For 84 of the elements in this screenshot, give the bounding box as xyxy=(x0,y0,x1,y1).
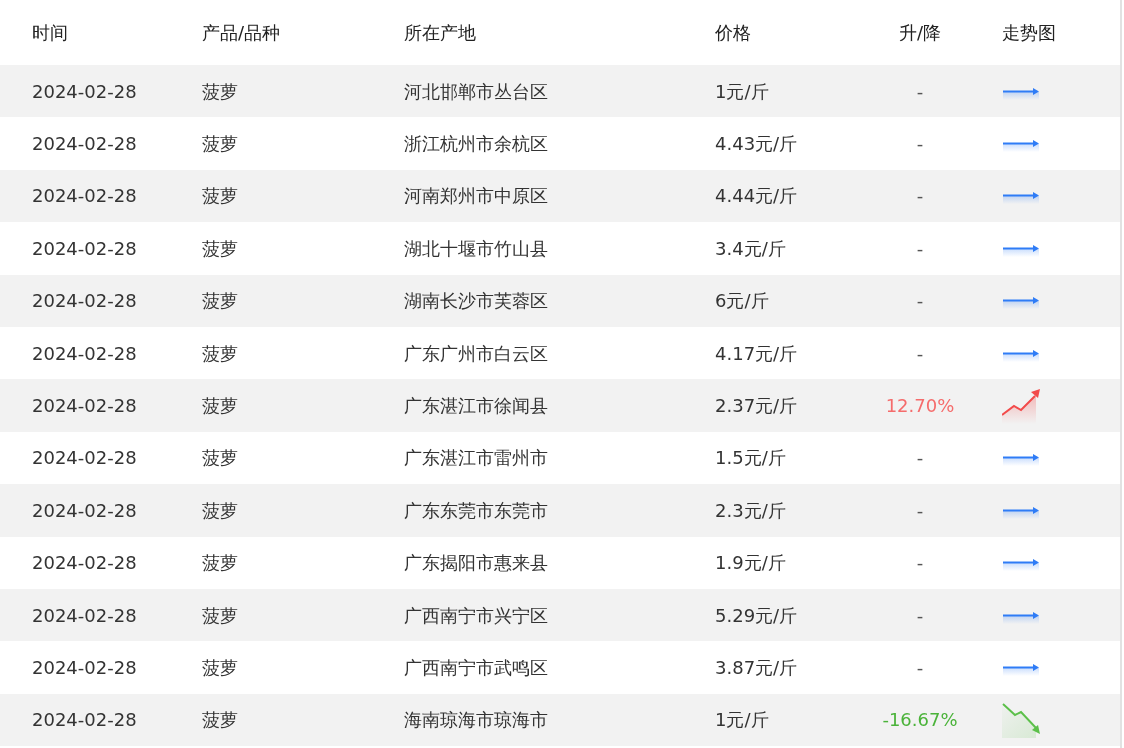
date-cell: 2024-02-28 xyxy=(0,274,170,327)
origin-cell: 广东湛江市徐闻县 xyxy=(372,379,683,432)
date-cell: 2024-02-28 xyxy=(0,484,170,537)
change-cell: - xyxy=(863,484,977,537)
change-cell: - xyxy=(863,536,977,589)
origin-cell: 湖南长沙市芙蓉区 xyxy=(372,274,683,327)
origin-cell: 海南琼海市琼海市 xyxy=(372,693,683,747)
date-cell: 2024-02-28 xyxy=(0,117,170,170)
origin-cell: 广东广州市白云区 xyxy=(372,326,683,380)
change-cell: - xyxy=(863,117,977,170)
flat-arrow-icon xyxy=(1002,138,1040,153)
date-cell: 2024-02-28 xyxy=(0,641,170,694)
date-cell: 2024-02-28 xyxy=(0,222,170,275)
origin-cell: 广东东莞市东莞市 xyxy=(372,484,683,537)
product-cell: 菠萝 xyxy=(170,274,372,327)
product-cell: 菠萝 xyxy=(170,379,372,432)
column-header: 产品/品种 xyxy=(170,0,372,65)
origin-cell: 河南郑州市中原区 xyxy=(372,169,683,223)
change-cell: - xyxy=(863,65,977,118)
price-cell: 6元/斤 xyxy=(683,274,863,327)
date-cell: 2024-02-28 xyxy=(0,169,170,223)
column-header: 所在产地 xyxy=(372,0,683,65)
date-cell: 2024-02-28 xyxy=(0,379,170,432)
price-cell: 3.4元/斤 xyxy=(683,222,863,275)
product-cell: 菠萝 xyxy=(170,484,372,537)
product-cell: 菠萝 xyxy=(170,169,372,223)
price-cell: 3.87元/斤 xyxy=(683,641,863,694)
price-cell: 5.29元/斤 xyxy=(683,588,863,642)
change-cell: - xyxy=(863,641,977,694)
flat-arrow-icon xyxy=(1002,557,1040,572)
change-cell: -16.67% xyxy=(863,693,977,747)
date-cell: 2024-02-28 xyxy=(0,536,170,589)
product-cell: 菠萝 xyxy=(170,536,372,589)
change-cell: - xyxy=(863,274,977,327)
price-cell: 4.43元/斤 xyxy=(683,117,863,170)
change-cell: - xyxy=(863,431,977,485)
flat-arrow-icon xyxy=(1002,504,1040,519)
price-cell: 1.5元/斤 xyxy=(683,431,863,485)
product-cell: 菠萝 xyxy=(170,65,372,118)
column-header: 时间 xyxy=(0,0,170,65)
origin-cell: 河北邯郸市丛台区 xyxy=(372,65,683,118)
column-header: 价格 xyxy=(683,0,863,65)
change-cell: 12.70% xyxy=(863,379,977,432)
change-cell: - xyxy=(863,169,977,223)
origin-cell: 广西南宁市武鸣区 xyxy=(372,641,683,694)
price-cell: 1元/斤 xyxy=(683,693,863,747)
product-cell: 菠萝 xyxy=(170,693,372,747)
date-cell: 2024-02-28 xyxy=(0,588,170,642)
product-cell: 菠萝 xyxy=(170,641,372,694)
flat-arrow-icon xyxy=(1002,452,1040,467)
flat-arrow-icon xyxy=(1002,190,1040,205)
origin-cell: 湖北十堰市竹山县 xyxy=(372,222,683,275)
product-cell: 菠萝 xyxy=(170,117,372,170)
price-cell: 4.17元/斤 xyxy=(683,326,863,380)
product-cell: 菠萝 xyxy=(170,222,372,275)
product-cell: 菠萝 xyxy=(170,326,372,380)
flat-arrow-icon xyxy=(1002,85,1040,100)
date-cell: 2024-02-28 xyxy=(0,326,170,380)
price-cell: 1.9元/斤 xyxy=(683,536,863,589)
price-cell: 2.37元/斤 xyxy=(683,379,863,432)
origin-cell: 广西南宁市兴宁区 xyxy=(372,588,683,642)
change-cell: - xyxy=(863,222,977,275)
origin-cell: 浙江杭州市余杭区 xyxy=(372,117,683,170)
falling-arrow-icon xyxy=(1002,701,1040,738)
flat-arrow-icon xyxy=(1002,347,1040,362)
flat-arrow-icon xyxy=(1002,295,1040,310)
flat-arrow-icon xyxy=(1002,242,1040,257)
price-cell: 4.44元/斤 xyxy=(683,169,863,223)
flat-arrow-icon xyxy=(1002,662,1040,676)
flat-arrow-icon xyxy=(1002,609,1040,624)
rising-arrow-icon xyxy=(1002,387,1040,424)
column-header: 走势图 xyxy=(977,0,1120,65)
date-cell: 2024-02-28 xyxy=(0,65,170,118)
product-cell: 菠萝 xyxy=(170,431,372,485)
origin-cell: 广东揭阳市惠来县 xyxy=(372,536,683,589)
price-cell: 1元/斤 xyxy=(683,65,863,118)
column-header: 升/降 xyxy=(863,0,977,65)
origin-cell: 广东湛江市雷州市 xyxy=(372,431,683,485)
product-cell: 菠萝 xyxy=(170,588,372,642)
date-cell: 2024-02-28 xyxy=(0,693,170,747)
price-cell: 2.3元/斤 xyxy=(683,484,863,537)
date-cell: 2024-02-28 xyxy=(0,431,170,485)
change-cell: - xyxy=(863,326,977,380)
change-cell: - xyxy=(863,588,977,642)
